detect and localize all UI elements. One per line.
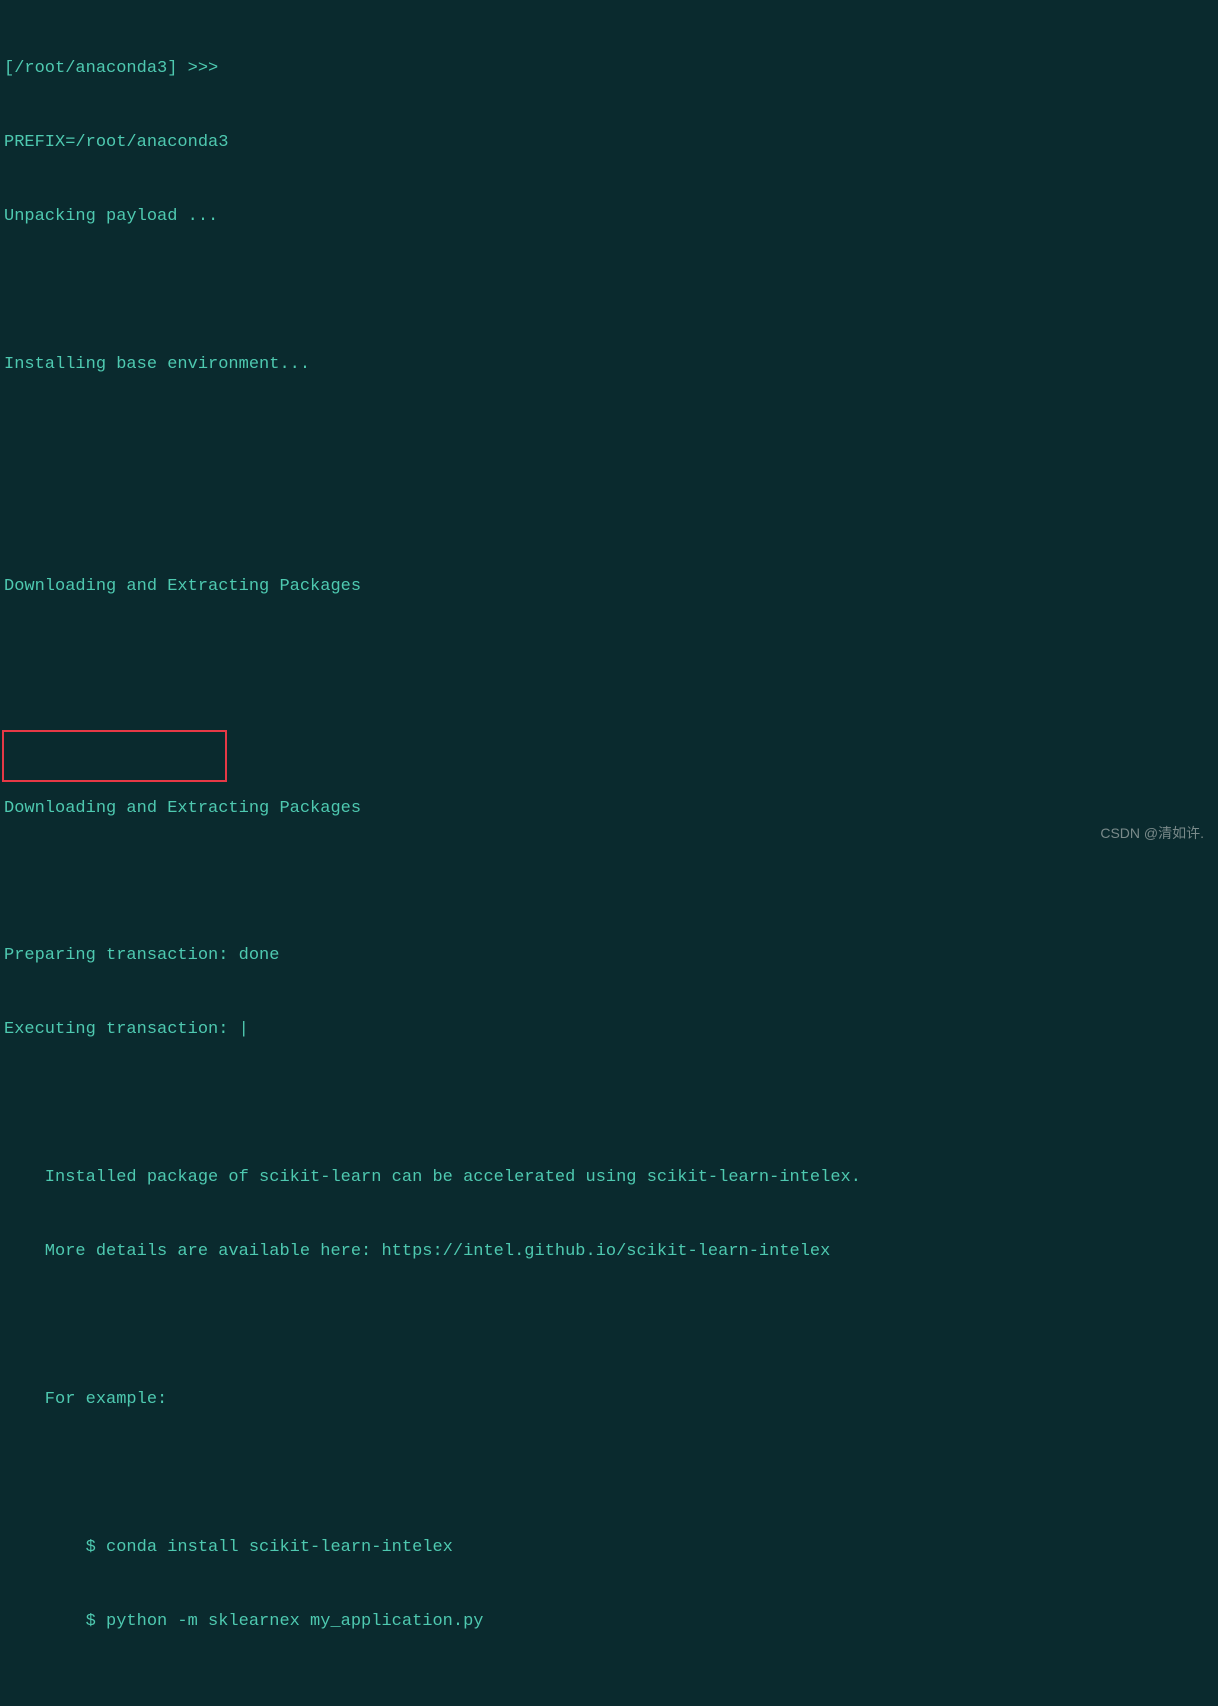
terminal-line: [4, 1314, 1214, 1339]
terminal-line: [4, 649, 1214, 674]
terminal-line: [4, 1684, 1214, 1706]
terminal-line: [/root/anaconda3] >>>: [4, 57, 1214, 82]
terminal-line: Preparing transaction: done: [4, 944, 1214, 969]
watermark-text: CSDN @清如许.: [1100, 823, 1204, 843]
terminal-line: $ conda install scikit-learn-intelex: [4, 1536, 1214, 1561]
terminal-line: Installed package of scikit-learn can be…: [4, 1166, 1214, 1191]
terminal-line: Downloading and Extracting Packages: [4, 797, 1214, 822]
terminal-line: PREFIX=/root/anaconda3: [4, 131, 1214, 156]
terminal-line: [4, 1092, 1214, 1117]
terminal-output[interactable]: [/root/anaconda3] >>> PREFIX=/root/anaco…: [4, 8, 1214, 1706]
terminal-line: For example:: [4, 1388, 1214, 1413]
terminal-line: More details are available here: https:/…: [4, 1240, 1214, 1265]
terminal-line: [4, 501, 1214, 526]
terminal-line: [4, 427, 1214, 452]
terminal-line: Unpacking payload ...: [4, 205, 1214, 230]
terminal-line: $ python -m sklearnex my_application.py: [4, 1610, 1214, 1635]
terminal-line: [4, 279, 1214, 304]
terminal-line: Executing transaction: |: [4, 1018, 1214, 1043]
terminal-line: [4, 870, 1214, 895]
terminal-line: [4, 1462, 1214, 1487]
terminal-line: Downloading and Extracting Packages: [4, 575, 1214, 600]
terminal-line: Installing base environment...: [4, 353, 1214, 378]
terminal-line: [4, 723, 1214, 748]
